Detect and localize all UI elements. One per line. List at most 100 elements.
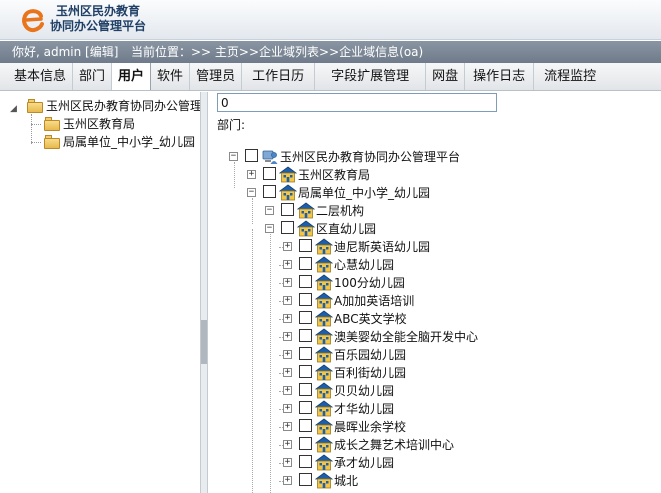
dept-checkbox[interactable] bbox=[299, 383, 312, 396]
tree-guide-line bbox=[279, 301, 283, 302]
collapse-icon[interactable]: − bbox=[229, 152, 238, 161]
dept-tree-row: +100分幼儿园 bbox=[283, 274, 661, 292]
dept-checkbox[interactable] bbox=[299, 239, 312, 252]
dept-checkbox[interactable] bbox=[299, 275, 312, 288]
tree-node-affiliated-units[interactable]: 局属单位_中小学_幼儿园 bbox=[44, 133, 200, 151]
tab-departments[interactable]: 部门 bbox=[73, 63, 113, 90]
tree-guide-line bbox=[31, 114, 32, 144]
dept-node-label[interactable]: 城北 bbox=[334, 473, 358, 489]
expand-icon[interactable]: + bbox=[283, 278, 292, 287]
expand-icon[interactable]: + bbox=[283, 440, 292, 449]
building-icon bbox=[315, 346, 333, 363]
id-field[interactable] bbox=[217, 93, 497, 112]
dept-checkbox[interactable] bbox=[299, 437, 312, 450]
expand-icon[interactable]: + bbox=[283, 458, 292, 467]
breadcrumb[interactable]: 当前位置：>> 主页>>企业域列表>>企业域信息(oa) bbox=[131, 41, 423, 63]
dept-checkbox[interactable] bbox=[299, 257, 312, 270]
dept-node-label[interactable]: 澳美婴幼全能全脑开发中心 bbox=[334, 329, 478, 345]
building-icon bbox=[315, 364, 333, 381]
dept-node-label[interactable]: 100分幼儿园 bbox=[334, 275, 405, 291]
dept-checkbox[interactable] bbox=[299, 473, 312, 486]
tab-netdisk[interactable]: 网盘 bbox=[426, 63, 466, 90]
dept-checkbox[interactable] bbox=[299, 365, 312, 378]
tab-operation-log[interactable]: 操作日志 bbox=[465, 63, 535, 90]
dept-checkbox[interactable] bbox=[281, 221, 294, 234]
dept-node-label[interactable]: 玉州区教育局 bbox=[298, 167, 370, 183]
dept-tree-row: + 成长之舞艺术培训中心 bbox=[283, 436, 661, 454]
dept-node-label[interactable]: 贝贝幼儿园 bbox=[334, 383, 394, 399]
dept-node-label[interactable]: 百利街幼儿园 bbox=[334, 365, 406, 381]
collapse-icon[interactable]: − bbox=[265, 224, 274, 233]
expand-icon[interactable]: + bbox=[247, 170, 256, 179]
pane-splitter[interactable] bbox=[200, 92, 208, 493]
dept-checkbox[interactable] bbox=[299, 419, 312, 432]
tree-guide-line bbox=[252, 198, 253, 224]
building-icon bbox=[315, 292, 333, 309]
expand-icon[interactable]: + bbox=[283, 476, 292, 485]
app-title-line2: 协同办公管理平台 bbox=[50, 19, 147, 33]
expand-arrow-icon[interactable]: ◢ bbox=[10, 100, 17, 118]
dept-tree-row: + 百利街幼儿园 bbox=[283, 364, 661, 382]
tab-basic-info[interactable]: 基本信息 bbox=[0, 63, 74, 90]
building-icon bbox=[315, 382, 333, 399]
tab-users[interactable]: 用户 bbox=[112, 63, 152, 90]
dept-node-label[interactable]: 百乐园幼儿园 bbox=[334, 347, 406, 363]
dept-checkbox[interactable] bbox=[299, 293, 312, 306]
dept-node-label[interactable]: 玉州区民办教育协同办公管理平台 bbox=[280, 149, 460, 165]
dept-node-label[interactable]: 局属单位_中小学_幼儿园 bbox=[298, 185, 430, 201]
expand-icon[interactable]: + bbox=[283, 404, 292, 413]
dept-node-label[interactable]: 心慧幼儿园 bbox=[334, 257, 394, 273]
dept-tree-row: − 玉州区民办教育协同办公管理平台 bbox=[229, 148, 661, 166]
building-icon bbox=[315, 238, 333, 255]
tab-software[interactable]: 软件 bbox=[151, 63, 191, 90]
dept-node-label[interactable]: 区直幼儿园 bbox=[316, 221, 376, 237]
tab-field-extension[interactable]: 字段扩展管理 bbox=[315, 63, 427, 90]
dept-checkbox[interactable] bbox=[245, 149, 258, 162]
dept-node-label[interactable]: 承才幼儿园 bbox=[334, 455, 394, 471]
dept-node-label[interactable]: 才华幼儿园 bbox=[334, 401, 394, 417]
tab-work-calendar[interactable]: 工作日历 bbox=[242, 63, 316, 90]
dept-checkbox[interactable] bbox=[299, 401, 312, 414]
dept-checkbox[interactable] bbox=[299, 455, 312, 468]
dept-checkbox[interactable] bbox=[299, 311, 312, 324]
dept-node-label[interactable]: A加加英语培训 bbox=[334, 293, 414, 309]
e-logo-icon bbox=[22, 9, 44, 33]
dept-checkbox[interactable] bbox=[281, 203, 294, 216]
dept-node-label[interactable]: ABC英文学校 bbox=[334, 311, 407, 327]
expand-icon[interactable]: + bbox=[283, 260, 292, 269]
dept-checkbox[interactable] bbox=[263, 167, 276, 180]
folder-icon bbox=[44, 135, 60, 149]
expand-icon[interactable]: + bbox=[283, 350, 292, 359]
building-icon bbox=[297, 220, 315, 237]
expand-icon[interactable]: + bbox=[283, 314, 292, 323]
expand-icon[interactable]: + bbox=[283, 422, 292, 431]
expand-icon[interactable]: + bbox=[283, 242, 292, 251]
dept-checkbox[interactable] bbox=[299, 347, 312, 360]
dept-checkbox[interactable] bbox=[263, 185, 276, 198]
tree-node-education-bureau[interactable]: 玉州区教育局 bbox=[44, 115, 194, 133]
tree-guide-line bbox=[279, 463, 283, 464]
dept-node-label[interactable]: 二层机构 bbox=[316, 203, 364, 219]
user-greeting[interactable]: 你好, admin [编辑] bbox=[12, 41, 118, 63]
department-label: 部门: bbox=[217, 118, 246, 132]
tree-guide-line bbox=[279, 391, 283, 392]
collapse-icon[interactable]: − bbox=[247, 188, 256, 197]
dept-node-label[interactable]: 成长之舞艺术培训中心 bbox=[334, 437, 454, 453]
splitter-grip[interactable] bbox=[201, 320, 207, 364]
expand-icon[interactable]: + bbox=[283, 332, 292, 341]
expand-icon[interactable]: + bbox=[283, 296, 292, 305]
dept-tree-row: + ABC英文学校 bbox=[283, 310, 661, 328]
tab-admins[interactable]: 管理员 bbox=[190, 63, 243, 90]
building-icon bbox=[315, 436, 333, 453]
expand-icon[interactable]: + bbox=[283, 386, 292, 395]
expand-icon[interactable]: + bbox=[283, 368, 292, 377]
tab-flow-monitor[interactable]: 流程监控 bbox=[534, 63, 602, 90]
tree-node-root[interactable]: ◢ 玉州区民办教育协同办公管理 bbox=[8, 97, 200, 115]
dept-node-label[interactable]: 晨晖业余学校 bbox=[334, 419, 406, 435]
dept-checkbox[interactable] bbox=[299, 329, 312, 342]
dept-node-label[interactable]: 迪尼斯英语幼儿园 bbox=[334, 239, 430, 255]
collapse-icon[interactable]: − bbox=[265, 206, 274, 215]
tree-node-label: 玉州区民办教育协同办公管理 bbox=[46, 99, 200, 113]
dept-tree-row: + 玉州区教育局 bbox=[247, 166, 661, 184]
building-icon bbox=[315, 274, 333, 291]
